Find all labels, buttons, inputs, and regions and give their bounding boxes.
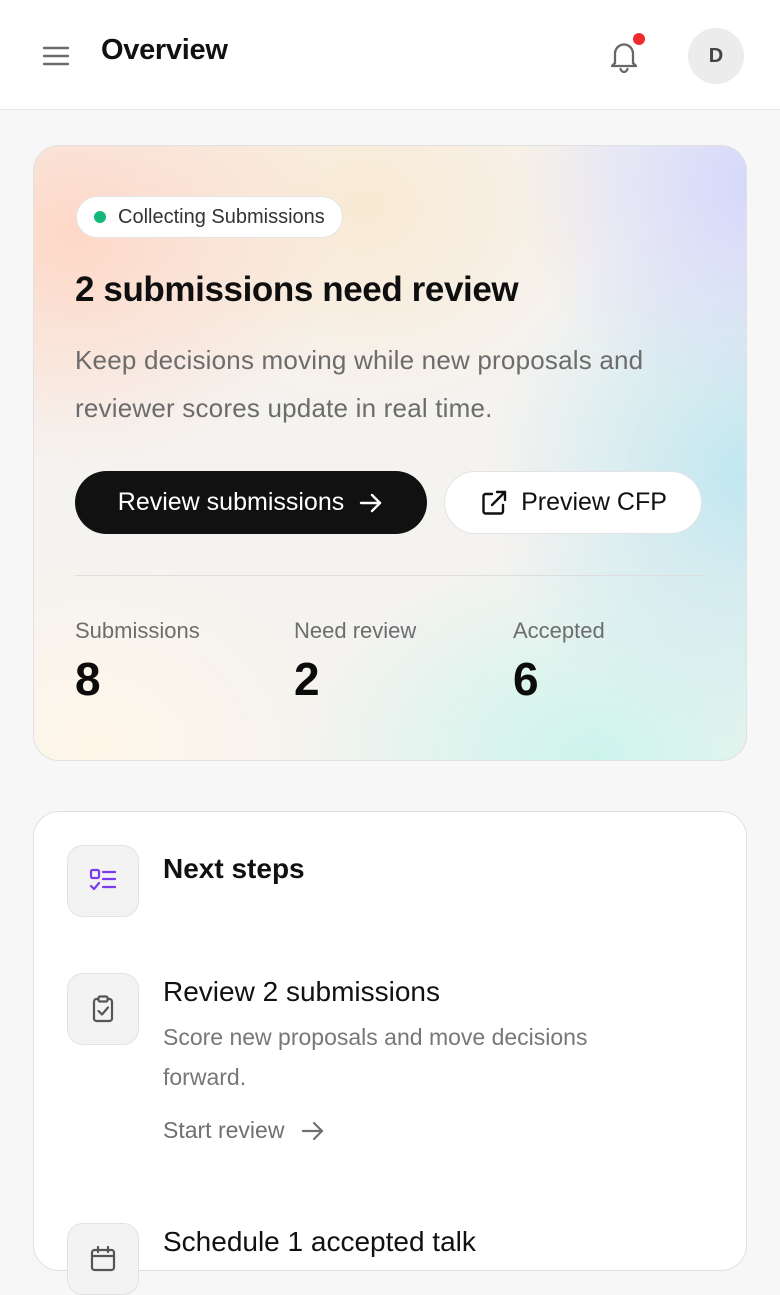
arrow-right-icon: [302, 1121, 324, 1140]
next-steps-card: Next steps Review 2 submissions Score ne…: [33, 811, 747, 1295]
divider: [75, 575, 707, 576]
stat-label: Accepted: [513, 618, 605, 643]
notification-badge: [631, 31, 647, 47]
top-bar: Overview D: [0, 0, 780, 110]
status-label: Collecting Submissions: [118, 205, 325, 228]
external-link-icon: [482, 490, 507, 515]
schedule-step-icon-tile: [67, 1223, 139, 1295]
preview-cfp-button[interactable]: Preview CFP: [444, 471, 702, 534]
review-step-icon-tile: [67, 973, 139, 1045]
step-title: Review 2 submissions: [163, 976, 440, 1007]
next-steps-title: Next steps: [163, 853, 305, 884]
review-submissions-label: Review submissions: [117, 488, 345, 516]
start-review-link[interactable]: Start review: [163, 1117, 326, 1144]
stat-need-review: Need review 2: [294, 618, 504, 705]
step-title: Schedule 1 accepted talk: [163, 1226, 476, 1257]
start-review-label: Start review: [163, 1117, 285, 1143]
stat-value: 6: [513, 653, 539, 705]
stat-label: Submissions: [75, 618, 200, 643]
review-submissions-button[interactable]: Review submissions: [75, 471, 427, 534]
next-steps-icon-tile: [67, 845, 139, 917]
hero-description: Keep decisions moving while new proposal…: [75, 345, 644, 423]
arrow-right-icon: [360, 493, 382, 512]
calendar-icon: [90, 1245, 116, 1272]
page-title: Overview: [101, 34, 228, 66]
stat-label: Need review: [294, 618, 417, 643]
stat-accepted: Accepted 6: [513, 618, 723, 705]
stat-value: 2: [294, 653, 320, 705]
status-dot: [94, 211, 106, 223]
hero-title: 2 submissions need review: [75, 270, 519, 309]
preview-cfp-label: Preview CFP: [521, 488, 667, 516]
avatar[interactable]: D: [688, 28, 744, 84]
hamburger-icon: [42, 46, 70, 66]
step-description: Score new proposals and move decisions f…: [163, 1024, 588, 1090]
status-badge: Collecting Submissions: [76, 196, 343, 238]
stat-value: 8: [75, 653, 101, 705]
checklist-icon: [89, 868, 117, 891]
clipboard-check-icon: [92, 995, 114, 1023]
menu-button[interactable]: [38, 40, 74, 70]
stat-submissions: Submissions 8: [75, 618, 285, 705]
review-summary-card: Collecting Submissions 2 submissions nee…: [33, 145, 747, 761]
